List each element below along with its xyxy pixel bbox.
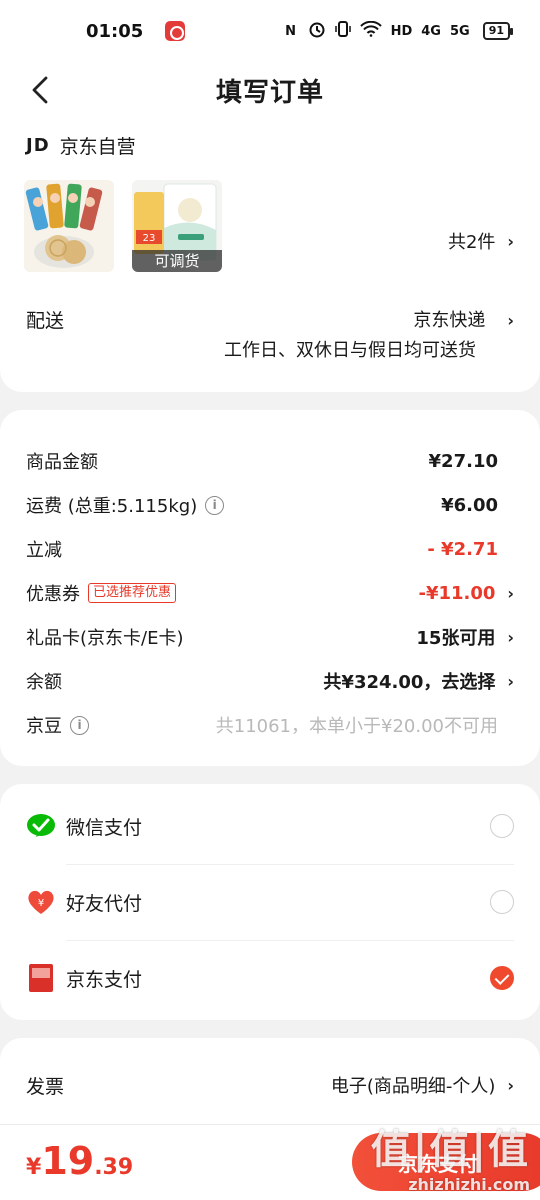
total-decimal: .39 [94,1155,134,1180]
page-title: 填写订单 [215,78,324,108]
store-name: 京东自营 [59,136,136,158]
jd-logo: JD [26,135,50,156]
payment-methods-card: 微信支付 ¥ 好友代付 京东支付 [0,784,540,1020]
watermark: 值|值|值 zhizhizhi.com [371,1117,530,1194]
invoice-label: 发票 [26,1075,65,1098]
radio-button[interactable] [490,890,514,914]
hd-icon: HD [390,23,413,39]
product-image-flour[interactable]: 23 可调货 [132,180,222,272]
coupon-badge: 已选推荐优惠 [88,583,177,603]
chevron-right-icon: › [507,231,514,251]
goods-amount-row: 商品金额 ¥27.10 [26,446,514,476]
battery-icon: 91 [482,22,514,40]
delivery-selector[interactable]: 京东快递 › 工作日、双休日与假日均可送货 [224,306,514,366]
shipping-value: ¥6.00 [441,494,498,516]
coupon-value: -¥11.00 [418,582,496,604]
svg-text:23: 23 [143,233,156,244]
instant-discount-label: 立减 [26,540,62,561]
payment-option-friend[interactable]: ¥ 好友代付 [26,864,514,940]
total-integer: 19 [41,1139,95,1183]
status-bar: 01:05 N HD 4G 5G 91 [0,0,540,62]
status-time: 01:05 [86,20,144,42]
invoice-row[interactable]: 发票 电子(商品明细-个人) › [26,1070,514,1100]
chevron-right-icon: › [507,583,514,603]
shipping-row: 运费 (总重:5.115kg) i ¥6.00 [26,490,514,520]
store-header: JD 京东自营 [26,132,136,159]
chevron-right-icon: › [507,627,514,647]
vibrate-icon [334,20,351,42]
nav-bar: 填写订单 [0,62,540,118]
gift-card-value: 15张可用 [416,628,496,649]
total-price: ¥ 19 .39 [26,1139,133,1183]
radio-button-checked[interactable] [490,966,514,990]
wechat-pay-icon [26,811,56,841]
gift-card-label: 礼品卡(京东卡/E卡) [26,628,184,649]
balance-label: 余额 [26,672,62,693]
delivery-method: 京东快递 [413,310,486,331]
product-tag: 可调货 [132,250,222,272]
status-icons: N HD 4G 5G 91 [283,20,514,42]
goods-amount-value: ¥27.10 [428,450,498,472]
signal-4g-icon: 4G [421,23,441,39]
gift-card-row[interactable]: 礼品卡(京东卡/E卡) 15张可用 › [26,622,514,652]
payment-option-wechat[interactable]: 微信支付 [26,788,514,864]
chevron-right-icon: › [507,1075,514,1095]
payment-option-jdpay[interactable]: 京东支付 [26,940,514,1016]
item-count-label: 共2件 [447,232,496,253]
radio-button[interactable] [490,814,514,838]
svg-text:¥: ¥ [38,898,44,909]
shipping-label: 运费 (总重:5.115kg) [26,496,198,517]
info-icon[interactable]: i [205,495,225,515]
jingdou-value: 共11061，本单小于¥20.00不可用 [215,716,498,737]
signal-5g-icon: 5G [449,23,470,39]
coupon-label: 优惠券 [26,584,80,605]
watermark-logo: 值|值|值 [370,1127,530,1173]
nfc-icon: N [285,23,297,39]
balance-row[interactable]: 余额 共¥324.00，去选择 › [26,666,514,696]
wifi-icon [359,20,382,41]
invoice-value: 电子(商品明细-个人) [330,1076,496,1097]
payment-option-label: 微信支付 [66,816,143,839]
item-count-link[interactable]: 共2件 › [448,228,514,254]
payment-option-label: 京东支付 [66,968,143,991]
payment-option-label: 好友代付 [66,892,143,915]
delivery-label: 配送 [26,310,65,332]
friend-pay-heart-icon: ¥ [26,887,56,917]
price-breakdown-card: 商品金额 ¥27.10 运费 (总重:5.115kg) i ¥6.00 立减 -… [0,410,540,766]
currency-symbol: ¥ [26,1155,42,1180]
jd-pay-icon [26,963,56,993]
chevron-right-icon: › [507,311,514,330]
delivery-note: 工作日、双休日与假日均可送货 [224,340,476,361]
order-items-card: JD 京东自营 23 可调货 共2件 › 配送 京东快递 › 工作日、双休日与假… [0,118,540,392]
info-icon[interactable]: i [70,715,89,735]
bottom-bar: ¥ 19 .39 京东支付 值|值|值 zhizhizhi.com [0,1124,540,1200]
goods-amount-label: 商品金额 [26,452,98,473]
jingdou-label: 京豆 [26,716,62,737]
chevron-right-icon: › [507,671,514,691]
alarm-icon [308,20,326,42]
instant-discount-value: - ¥2.71 [427,538,498,560]
coupon-row[interactable]: 优惠券 已选推荐优惠 -¥11.00 › [26,578,514,608]
cookie-product-illustration [25,183,103,268]
jingdou-row: 京豆 i 共11061，本单小于¥20.00不可用 [26,710,514,740]
watermark-url: zhizhizhi.com [408,1175,530,1194]
app-notification-icon [165,21,186,41]
product-image-cookies[interactable] [24,180,114,272]
instant-discount-row: 立减 - ¥2.71 [26,534,514,564]
balance-value: 共¥324.00，去选择 [323,672,496,693]
